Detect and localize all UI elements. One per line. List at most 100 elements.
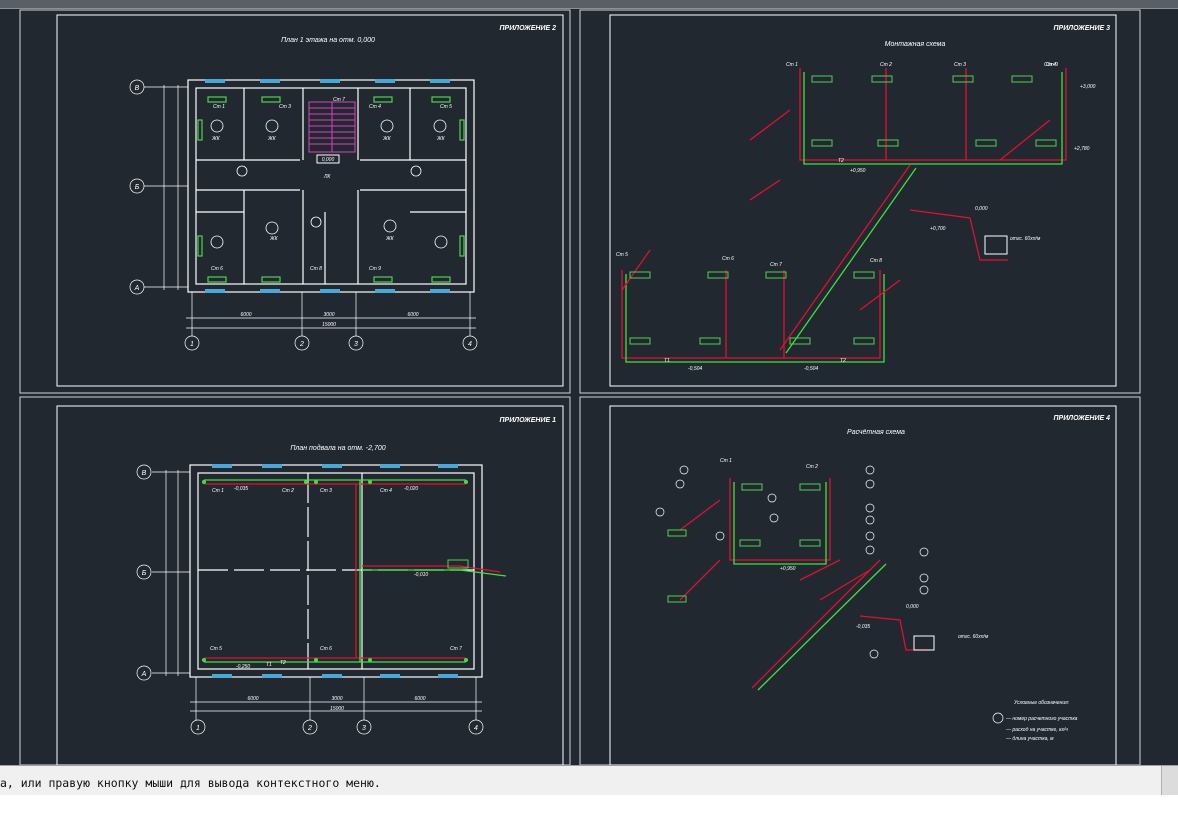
elevation-mark: 0,000	[975, 206, 988, 212]
axis-label: 1	[196, 725, 200, 732]
dimension: 15000	[322, 322, 336, 328]
dimension: 6000	[247, 696, 258, 702]
walls	[189, 464, 483, 678]
pipe-label: Т1	[664, 358, 670, 364]
note: отгс. 60хп/м	[1010, 236, 1041, 242]
sheet-label: ПРИЛОЖЕНИЕ 2	[500, 25, 557, 32]
drawing-title: План 1 этажа на отм. 0,000	[281, 37, 375, 44]
riser-label: Ст 7	[770, 262, 782, 268]
pipe-label: Т2	[838, 158, 844, 164]
room-type: ЖК	[385, 236, 395, 242]
sheet-calculation-scheme[interactable]: ПРИЛОЖЕНИЕ 4 Расчётная схема Ст 1 Ст 2 +…	[609, 405, 1117, 766]
sheet-mounting-scheme[interactable]: ПРИЛОЖЕНИЕ 3 Монтажная схема Ст 1 Ст 2 С…	[609, 14, 1117, 387]
axis-label: Б	[135, 184, 140, 191]
pipes	[204, 479, 507, 663]
walls	[187, 79, 475, 293]
riser-label: Ст 3	[954, 62, 966, 68]
axis-label: 3	[362, 725, 366, 732]
room-label: Ст 1	[213, 104, 225, 110]
room-type: ЛК	[323, 174, 331, 180]
elevation-mark: 0,000	[906, 604, 919, 610]
radiators	[667, 483, 821, 603]
command-line-scrollbar[interactable]	[1161, 766, 1178, 796]
riser-label: Ст 8	[870, 258, 882, 264]
riser-label: Ст 5	[616, 252, 628, 258]
windows	[212, 464, 458, 678]
room-type: ЖК	[269, 236, 279, 242]
elevation-mark: -0,020	[404, 486, 418, 492]
drawing-title: Монтажная схема	[885, 41, 946, 48]
legend-title: Условные обозначения:	[1014, 700, 1070, 706]
room-label: Ст 5	[440, 104, 452, 110]
level-mark: 0,000	[322, 157, 335, 163]
riser-label: Ст 2	[282, 488, 294, 494]
axis-label: 2	[307, 725, 312, 732]
axis-label: 4	[474, 725, 478, 732]
axis-lines	[136, 464, 484, 735]
riser-label: Ст 3	[320, 488, 332, 494]
elevation-mark: +0,950	[780, 566, 796, 572]
axis-label: 1	[190, 341, 194, 348]
riser-label: Ст 4	[380, 488, 392, 494]
elevation-mark: -0,010	[414, 572, 428, 578]
command-line-text: а, или правую кнопку мыши для вывода кон…	[0, 776, 381, 790]
pipes	[679, 478, 930, 691]
sheet-label: ПРИЛОЖЕНИЕ 4	[1054, 415, 1111, 422]
heat-unit	[913, 635, 935, 651]
room-type: ЖК	[267, 136, 277, 142]
dimension: 3000	[331, 696, 342, 702]
room-type: ЖК	[382, 136, 392, 142]
riser-points	[202, 480, 468, 662]
cad-drawing-canvas[interactable]: ПРИЛОЖЕНИЕ 2 План 1 этажа на отм. 0,000	[0, 0, 1178, 814]
axis-label: В	[135, 85, 140, 92]
legend-item: — расход на участке, кг/ч	[1005, 727, 1068, 733]
radiators	[629, 75, 1057, 345]
axis-label: А	[134, 285, 140, 292]
elevation-mark: +2,780	[1074, 146, 1090, 152]
note: отгс. 60хп/м	[958, 634, 989, 640]
dimension: 3000	[323, 312, 334, 318]
pipe-label: Т1	[266, 662, 272, 668]
riser-label: Ст 1	[212, 488, 224, 494]
room-label: Ст 6	[211, 266, 223, 272]
riser-label: Ст 1	[786, 62, 798, 68]
riser-label: Ст 1	[720, 458, 732, 464]
riser-label: Ст 2	[880, 62, 892, 68]
room-label: Ст 9	[369, 266, 381, 272]
stair	[308, 101, 356, 153]
heat-unit	[984, 235, 1008, 255]
elevation-mark: -0,035	[234, 486, 248, 492]
dimension: 6000	[407, 312, 418, 318]
model-space[interactable]: ПРИЛОЖЕНИЕ 2 План 1 этажа на отм. 0,000	[0, 8, 1178, 766]
axis-label: 4	[468, 341, 472, 348]
pipes	[621, 68, 1067, 363]
dimension: 6000	[414, 696, 425, 702]
axis-label: 2	[299, 341, 304, 348]
sheet-plan-basement[interactable]: ПРИЛОЖЕНИЕ 1 План подвала на отм. -2,700	[56, 405, 564, 766]
room-number-circles	[210, 119, 448, 249]
riser-label: Ст 6	[320, 646, 332, 652]
room-label: Ст 8	[310, 266, 322, 272]
riser-label: Ст 2	[806, 464, 818, 470]
riser-label: Ст 9	[1046, 62, 1058, 68]
sheet-plan-first-floor[interactable]: ПРИЛОЖЕНИЕ 2 План 1 этажа на отм. 0,000	[56, 14, 564, 387]
dimension: 6000	[240, 312, 251, 318]
axis-label: Б	[142, 570, 147, 577]
elevation-mark: +3,000	[1080, 84, 1096, 90]
axis-label: А	[141, 671, 147, 678]
command-line[interactable]: а, или правую кнопку мыши для вывода кон…	[0, 765, 1178, 796]
drawing-title: Расчётная схема	[847, 429, 905, 436]
axis-label: 3	[354, 341, 358, 348]
axis-label: В	[142, 470, 147, 477]
riser-label: Ст 7	[450, 646, 462, 652]
pipe-label: Т2	[280, 660, 286, 666]
elevation-mark: -0,504	[688, 366, 702, 372]
room-type: ЖК	[436, 136, 446, 142]
riser-labels: Ст 1 Ст 2 Ст 3 Ст 4 Ст 5 Ст 6 Ст 7 Ст 8 …	[616, 62, 1058, 268]
windows	[205, 79, 450, 293]
room-label: Ст 4	[369, 104, 381, 110]
drawing-title: План подвала на отм. -2,700	[290, 444, 385, 452]
elevation-mark: +0,950	[850, 168, 866, 174]
pipe-label: Т2	[840, 358, 846, 364]
elevation-mark: -0,504	[804, 366, 818, 372]
